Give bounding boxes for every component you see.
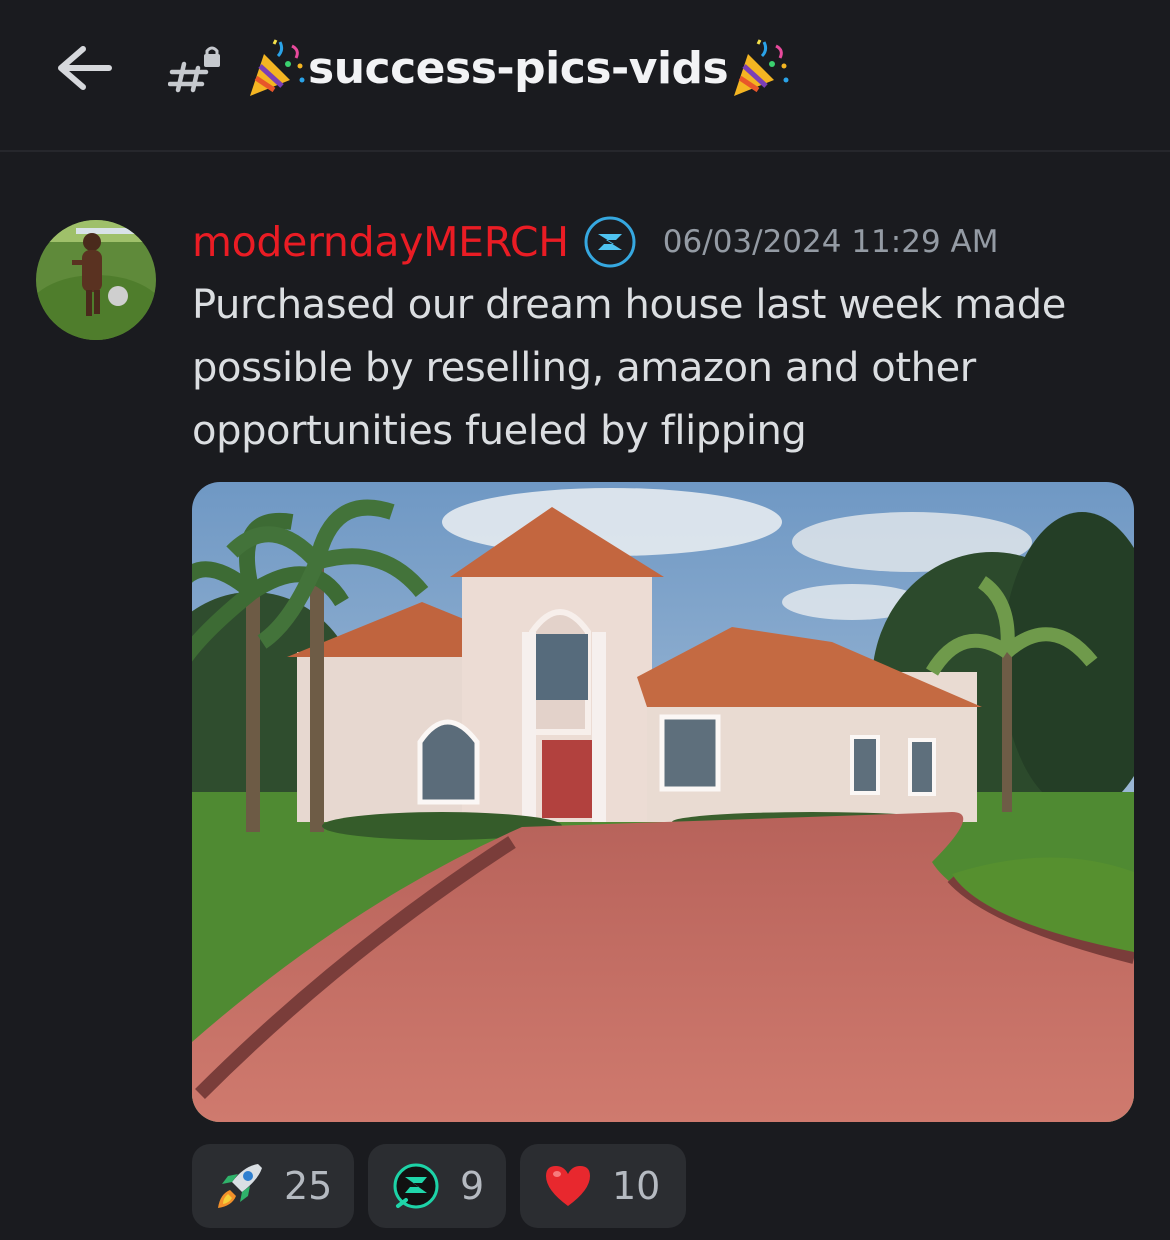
message-timestamp: 06/03/2024 11:29 AM (662, 224, 999, 260)
arrow-left-icon (58, 46, 112, 90)
author-name[interactable]: moderndayMERCH (192, 218, 569, 266)
channel-name-label: success-pics-vids (308, 42, 729, 94)
back-button[interactable] (50, 38, 116, 98)
reaction-heart[interactable]: 10 (520, 1144, 686, 1228)
channel-header: success-pics-vids (0, 0, 1170, 152)
reactions-bar: 25 9 10 (192, 1144, 686, 1228)
message-content: Purchased our dream house last week made… (192, 282, 1066, 454)
locked-text-channel-icon (167, 44, 224, 94)
role-badge-icon[interactable] (583, 215, 637, 269)
house-photo[interactable] (192, 482, 1134, 1122)
reaction-count: 10 (612, 1164, 661, 1208)
reaction-count: 9 (460, 1164, 485, 1208)
party-popper-icon (728, 36, 792, 100)
reaction-count: 25 (284, 1164, 333, 1208)
reaction-server-emoji[interactable]: 9 (368, 1144, 506, 1228)
message-header: moderndayMERCH 06/03/2024 11:29 AM (192, 210, 998, 274)
reaction-rocket[interactable]: 25 (192, 1144, 354, 1228)
avatar[interactable] (36, 220, 156, 340)
rocket-icon (214, 1160, 266, 1212)
channel-title: success-pics-vids (244, 28, 792, 108)
red-heart-icon (542, 1160, 594, 1212)
server-emoji-icon (390, 1160, 442, 1212)
party-popper-icon (244, 36, 308, 100)
